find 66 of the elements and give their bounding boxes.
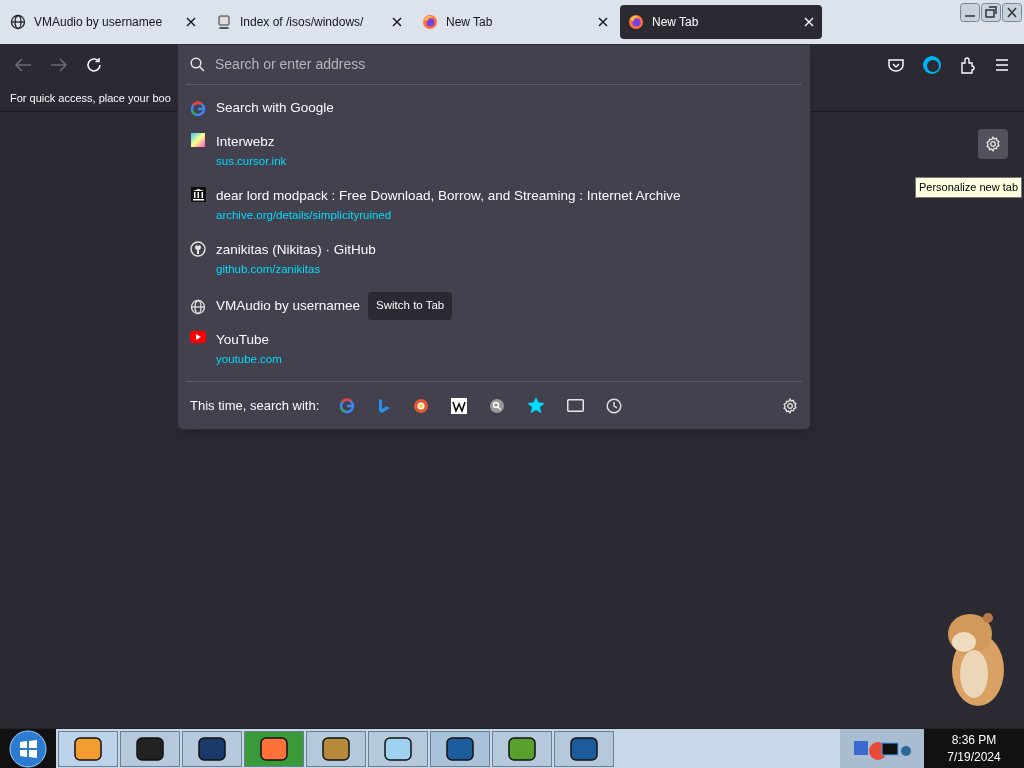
taskbar-button[interactable] bbox=[182, 730, 242, 767]
search-icon bbox=[190, 57, 205, 72]
switch-to-tab-label: Switch to Tab bbox=[368, 292, 453, 320]
browser-tab[interactable]: Index of /isos/windows/ bbox=[208, 5, 410, 39]
reload-icon[interactable] bbox=[86, 57, 102, 73]
result-title: dear lord modpack : Free Download, Borrow, and Streaming : Internet Archive bbox=[216, 187, 681, 205]
archive-icon bbox=[190, 187, 206, 202]
clock-date: 7/19/2024 bbox=[947, 748, 1001, 766]
settings-icon[interactable] bbox=[782, 397, 798, 414]
result-title: VMAudio by usernamee bbox=[216, 296, 361, 315]
result-row[interactable]: zanikitas (Nikitas) · GitHub github.com/zanikitas bbox=[190, 234, 798, 288]
taskbar-button[interactable] bbox=[306, 730, 366, 767]
taskbar-button[interactable] bbox=[58, 730, 118, 767]
extensions-icon[interactable] bbox=[960, 56, 976, 74]
bookmarks-hint: For quick access, place your boo bbox=[10, 91, 171, 107]
restore-icon[interactable] bbox=[981, 3, 1001, 22]
start-button[interactable] bbox=[9, 729, 47, 768]
site-icon bbox=[191, 133, 205, 147]
personalize-button[interactable] bbox=[978, 129, 1008, 159]
result-row[interactable]: Search with Google bbox=[190, 90, 798, 126]
result-url: github.com/zanikitas bbox=[216, 262, 322, 278]
result-url: archive.org/details/simplicityruined bbox=[216, 208, 393, 224]
wikipedia-icon[interactable] bbox=[451, 397, 468, 414]
clock-time: 8:36 PM bbox=[951, 731, 997, 749]
browser-tab[interactable]: New Tab bbox=[414, 5, 616, 39]
taskbar-button[interactable] bbox=[492, 730, 552, 767]
close-icon[interactable] bbox=[186, 17, 196, 27]
result-title: Search with Google bbox=[216, 98, 334, 117]
minimize-icon[interactable] bbox=[960, 3, 980, 22]
taskbar-button[interactable] bbox=[554, 730, 614, 767]
google-icon[interactable] bbox=[339, 397, 356, 414]
taskbar-button[interactable] bbox=[120, 730, 180, 767]
address-field[interactable]: Search or enter address bbox=[215, 54, 798, 75]
pocket-icon[interactable] bbox=[888, 57, 904, 73]
settings-icon[interactable] bbox=[985, 136, 1001, 152]
duck-icon[interactable] bbox=[413, 397, 430, 414]
result-row[interactable]: dear lord modpack : Free Download, Borrow, and Streaming : Internet Archive archive.org/details/simplicityruined bbox=[190, 180, 798, 234]
result-url: youtube.com bbox=[216, 352, 282, 368]
result-url: sus.cursor.ink bbox=[216, 154, 287, 170]
search-with-label: This time, search with: bbox=[190, 396, 320, 415]
youtube-icon bbox=[190, 331, 206, 343]
tabs-icon[interactable] bbox=[567, 399, 585, 412]
star-icon[interactable] bbox=[527, 397, 546, 414]
browser-tab[interactable]: VMAudio by usernamee bbox=[2, 5, 204, 39]
account-icon[interactable] bbox=[922, 55, 942, 75]
search-engine-icon[interactable] bbox=[489, 397, 506, 414]
tooltip: Personalize new tab bbox=[914, 177, 1022, 198]
close-icon[interactable] bbox=[1002, 3, 1022, 22]
google-icon bbox=[190, 100, 206, 117]
result-title: zanikitas (Nikitas) · GitHub bbox=[216, 241, 376, 259]
taskbar-button[interactable] bbox=[244, 730, 304, 767]
result-row[interactable]: Interwebz sus.cursor.ink bbox=[190, 126, 798, 180]
result-title: Interwebz bbox=[216, 133, 275, 151]
result-row[interactable]: VMAudio by usernamee Switch to Tab bbox=[190, 288, 798, 324]
result-row[interactable]: YouTube youtube.com bbox=[190, 324, 798, 378]
close-icon[interactable] bbox=[392, 17, 402, 27]
github-icon bbox=[190, 241, 206, 257]
taskbar-button[interactable] bbox=[430, 730, 490, 767]
server-icon bbox=[216, 14, 232, 30]
close-icon[interactable] bbox=[598, 17, 608, 27]
browser-tab[interactable]: New Tab bbox=[620, 5, 822, 39]
taskbar-button[interactable] bbox=[368, 730, 428, 767]
menu-icon[interactable] bbox=[994, 58, 1010, 72]
bing-icon[interactable] bbox=[377, 397, 392, 414]
history-icon[interactable] bbox=[606, 397, 623, 414]
result-title: YouTube bbox=[216, 331, 270, 349]
